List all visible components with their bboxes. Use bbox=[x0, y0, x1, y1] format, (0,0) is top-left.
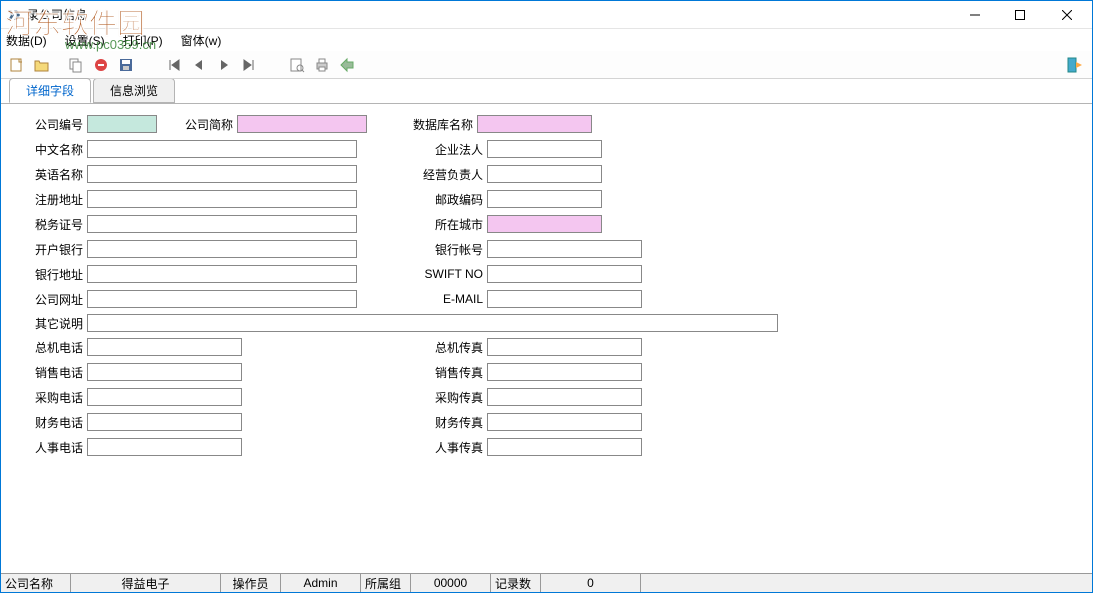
input-sales-fax[interactable] bbox=[487, 363, 642, 381]
minimize-button[interactable] bbox=[952, 1, 997, 28]
label-hr-tel: 人事电话 bbox=[21, 439, 83, 456]
new-icon[interactable] bbox=[6, 54, 28, 76]
label-other: 其它说明 bbox=[21, 315, 83, 332]
label-en-name: 英语名称 bbox=[21, 166, 83, 183]
input-db-name[interactable] bbox=[477, 115, 592, 133]
status-company-value: 得益电子 bbox=[71, 574, 221, 592]
input-bank-account[interactable] bbox=[487, 240, 642, 258]
open-icon[interactable] bbox=[31, 54, 53, 76]
print-icon[interactable] bbox=[311, 54, 333, 76]
status-record-label: 记录数 bbox=[491, 574, 541, 592]
maximize-button[interactable] bbox=[997, 1, 1042, 28]
app-icon bbox=[6, 7, 22, 23]
label-bank-addr: 银行地址 bbox=[21, 266, 83, 283]
preview-icon[interactable] bbox=[286, 54, 308, 76]
label-website: 公司网址 bbox=[21, 291, 83, 308]
input-sales-tel[interactable] bbox=[87, 363, 242, 381]
input-company-short[interactable] bbox=[237, 115, 367, 133]
label-finance-tel: 财务电话 bbox=[21, 414, 83, 431]
input-bank-addr[interactable] bbox=[87, 265, 357, 283]
label-manager: 经营负责人 bbox=[421, 166, 483, 183]
statusbar: 公司名称 得益电子 操作员 Admin 所属组 00000 记录数 0 bbox=[1, 573, 1092, 592]
input-other[interactable] bbox=[87, 314, 778, 332]
menubar: 数据(D) 设置(S) 打印(P) 窗体(w) bbox=[1, 29, 1092, 51]
menu-print[interactable]: 打印(P) bbox=[123, 32, 163, 49]
input-bank[interactable] bbox=[87, 240, 357, 258]
status-group-value: 00000 bbox=[411, 574, 491, 592]
status-operator-label: 操作员 bbox=[221, 574, 281, 592]
close-button[interactable] bbox=[1042, 1, 1092, 28]
label-sales-fax: 销售传真 bbox=[421, 364, 483, 381]
titlebar: 录公司信息 bbox=[1, 1, 1092, 29]
input-finance-fax[interactable] bbox=[487, 413, 642, 431]
label-company-short: 公司简称 bbox=[171, 116, 233, 133]
input-city[interactable] bbox=[487, 215, 602, 233]
label-purchase-fax: 采购传真 bbox=[421, 389, 483, 406]
input-hr-fax[interactable] bbox=[487, 438, 642, 456]
input-main-tel[interactable] bbox=[87, 338, 242, 356]
next-icon[interactable] bbox=[213, 54, 235, 76]
input-hr-tel[interactable] bbox=[87, 438, 242, 456]
exit-icon[interactable] bbox=[1064, 54, 1086, 76]
input-tax-no[interactable] bbox=[87, 215, 357, 233]
input-postcode[interactable] bbox=[487, 190, 602, 208]
last-icon[interactable] bbox=[238, 54, 260, 76]
input-main-fax[interactable] bbox=[487, 338, 642, 356]
tabbar: 详细字段 信息浏览 bbox=[1, 79, 1092, 103]
status-group-label: 所属组 bbox=[361, 574, 411, 592]
label-main-tel: 总机电话 bbox=[21, 339, 83, 356]
export-icon[interactable] bbox=[336, 54, 358, 76]
cancel-icon[interactable] bbox=[90, 54, 112, 76]
tab-detail[interactable]: 详细字段 bbox=[9, 78, 91, 103]
label-sales-tel: 销售电话 bbox=[21, 364, 83, 381]
input-email[interactable] bbox=[487, 290, 642, 308]
input-reg-addr[interactable] bbox=[87, 190, 357, 208]
input-purchase-fax[interactable] bbox=[487, 388, 642, 406]
input-company-no[interactable] bbox=[87, 115, 157, 133]
label-company-no: 公司编号 bbox=[21, 116, 83, 133]
label-city: 所在城市 bbox=[421, 216, 483, 233]
prev-icon[interactable] bbox=[188, 54, 210, 76]
status-operator-value: Admin bbox=[281, 574, 361, 592]
input-finance-tel[interactable] bbox=[87, 413, 242, 431]
form-area: 公司编号 公司简称 数据库名称 中文名称 企业法人 英语名称 经营负责人 注册地… bbox=[1, 103, 1092, 573]
input-manager[interactable] bbox=[487, 165, 602, 183]
status-record-value: 0 bbox=[541, 574, 641, 592]
input-cn-name[interactable] bbox=[87, 140, 357, 158]
save-icon[interactable] bbox=[115, 54, 137, 76]
label-db-name: 数据库名称 bbox=[401, 116, 473, 133]
input-en-name[interactable] bbox=[87, 165, 357, 183]
label-swift: SWIFT NO bbox=[421, 267, 483, 281]
toolbar bbox=[1, 51, 1092, 79]
label-bank-account: 银行帐号 bbox=[421, 241, 483, 258]
menu-window[interactable]: 窗体(w) bbox=[181, 32, 222, 49]
menu-data[interactable]: 数据(D) bbox=[6, 32, 47, 49]
menu-settings[interactable]: 设置(S) bbox=[65, 32, 105, 49]
input-legal-person[interactable] bbox=[487, 140, 602, 158]
label-tax-no: 税务证号 bbox=[21, 216, 83, 233]
tab-browse[interactable]: 信息浏览 bbox=[93, 78, 175, 103]
input-website[interactable] bbox=[87, 290, 357, 308]
label-bank: 开户银行 bbox=[21, 241, 83, 258]
label-purchase-tel: 采购电话 bbox=[21, 389, 83, 406]
label-hr-fax: 人事传真 bbox=[421, 439, 483, 456]
first-icon[interactable] bbox=[163, 54, 185, 76]
input-swift[interactable] bbox=[487, 265, 642, 283]
label-postcode: 邮政编码 bbox=[421, 191, 483, 208]
input-purchase-tel[interactable] bbox=[87, 388, 242, 406]
label-finance-fax: 财务传真 bbox=[421, 414, 483, 431]
copy-icon[interactable] bbox=[65, 54, 87, 76]
window-title: 录公司信息 bbox=[27, 6, 952, 23]
label-reg-addr: 注册地址 bbox=[21, 191, 83, 208]
status-company-label: 公司名称 bbox=[1, 574, 71, 592]
label-cn-name: 中文名称 bbox=[21, 141, 83, 158]
label-email: E-MAIL bbox=[421, 292, 483, 306]
label-legal-person: 企业法人 bbox=[421, 141, 483, 158]
label-main-fax: 总机传真 bbox=[421, 339, 483, 356]
